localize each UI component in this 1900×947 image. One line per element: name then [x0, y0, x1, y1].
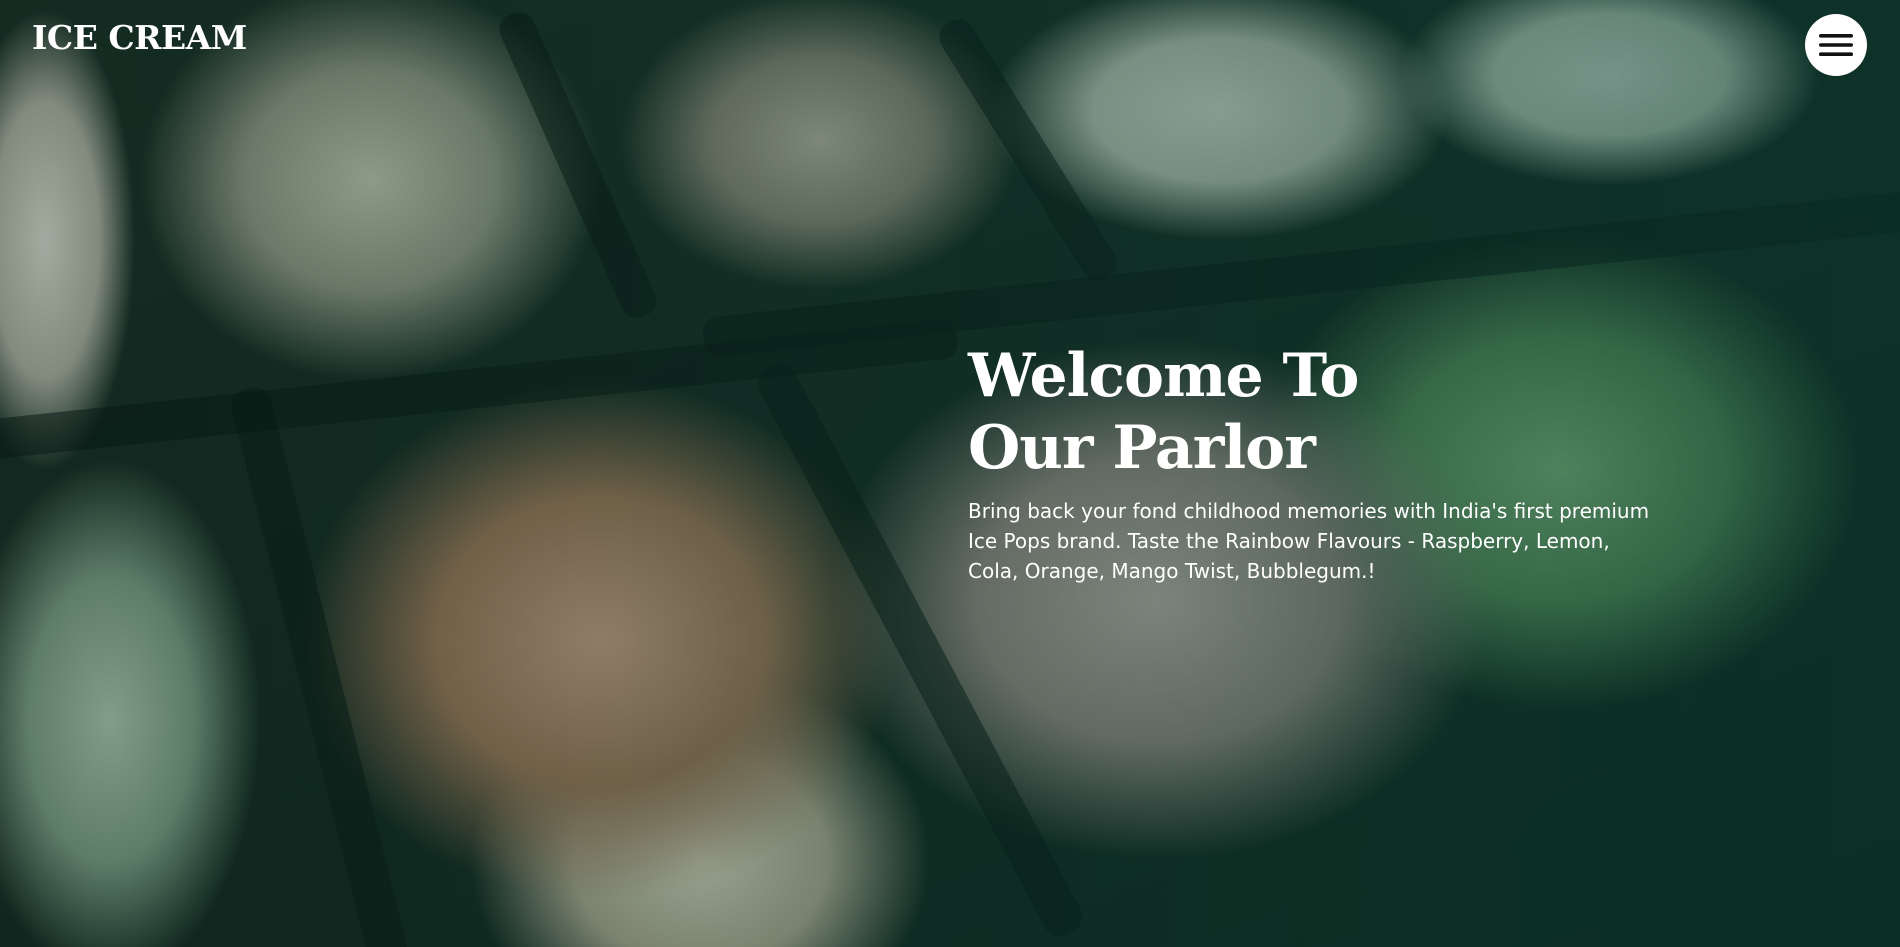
- menu-button[interactable]: [1805, 14, 1867, 76]
- hero-content: Welcome To Our Parlor Bring back your fo…: [968, 340, 1668, 586]
- brand-logo[interactable]: ICE CREAM: [32, 18, 247, 57]
- hero-title-line-2: Our Parlor: [968, 413, 1316, 483]
- hamburger-menu-icon: [1819, 33, 1853, 57]
- hero-title: Welcome To Our Parlor: [968, 340, 1668, 484]
- hero-section: ICE CREAM Welcome To Our Parlor Bring ba…: [0, 0, 1900, 947]
- hero-description: Bring back your fond childhood memories …: [968, 499, 1650, 583]
- hero-title-line-1: Welcome To: [968, 341, 1359, 411]
